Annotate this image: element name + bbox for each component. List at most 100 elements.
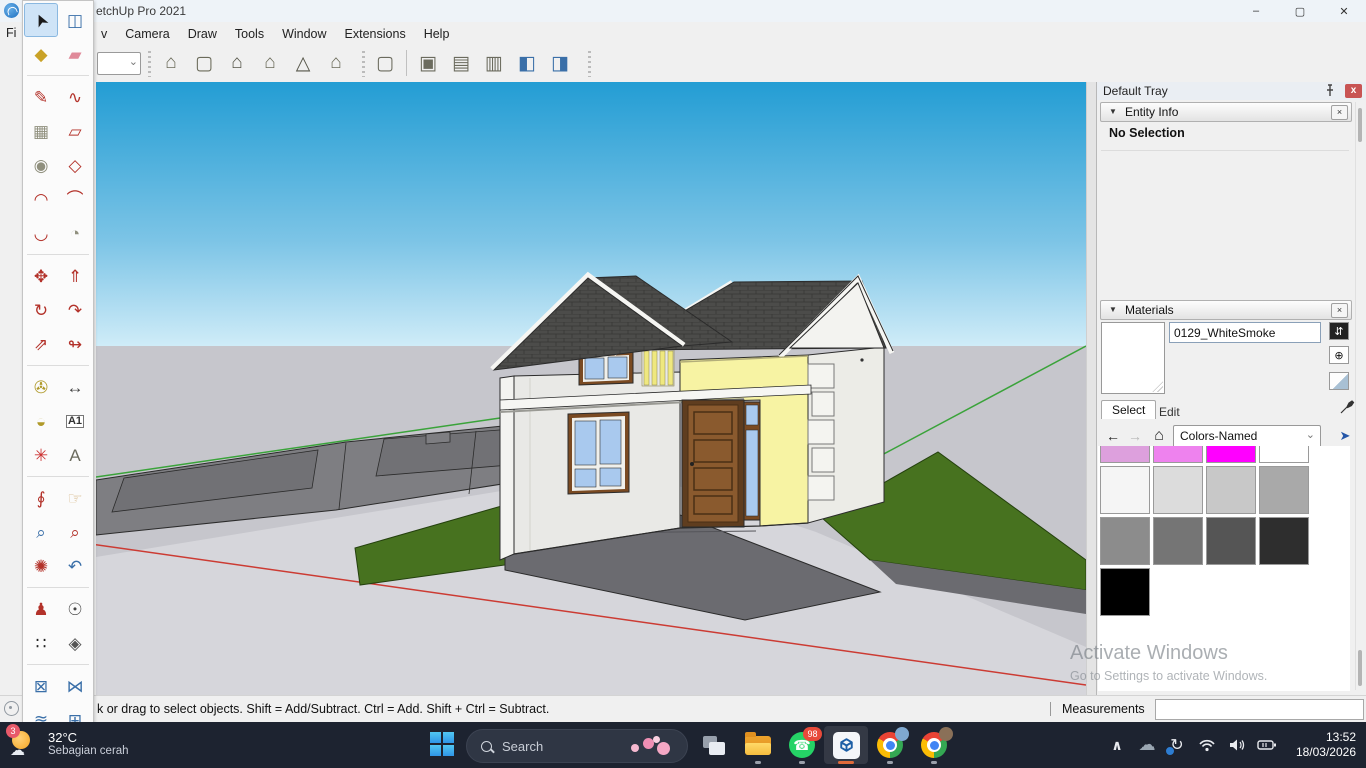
tool-section-plane[interactable]: ◈	[58, 626, 92, 660]
tray-expand-icon[interactable]: ∧	[1102, 730, 1132, 760]
tool-walk[interactable]: ∷	[24, 626, 58, 660]
outer-shell-button[interactable]: ▢	[370, 49, 400, 77]
swatch-dcdcdc[interactable]	[1153, 466, 1203, 514]
tool-arc[interactable]: ◠	[24, 182, 58, 216]
tool-look-around[interactable]: ☉	[58, 592, 92, 626]
swatch-ffffff[interactable]	[1259, 446, 1309, 463]
menu-tools[interactable]: Tools	[226, 27, 273, 41]
intersect-button[interactable]: ▣	[413, 49, 443, 77]
materials-close-button[interactable]: ×	[1331, 303, 1348, 318]
toolbar-combobox[interactable]: ⌄	[97, 52, 141, 75]
menu-extensions[interactable]: Extensions	[336, 27, 415, 41]
swatch-ff00ff[interactable]	[1206, 446, 1256, 463]
tool-polygon[interactable]: ◇	[58, 148, 92, 182]
swatch-757575[interactable]	[1153, 517, 1203, 565]
subtract-button[interactable]: ▥	[479, 49, 509, 77]
taskbar-app-task-view[interactable]	[692, 726, 736, 764]
geolocation-icon[interactable]	[4, 701, 19, 716]
tool-zoom-extents[interactable]: ✺	[24, 549, 58, 583]
tool-section-plane-tool[interactable]: ⊠	[24, 669, 58, 703]
tool-display-section-planes[interactable]: ⋈	[58, 669, 92, 703]
swatch-8c8c8c[interactable]	[1100, 517, 1150, 565]
trim-button[interactable]: ◧	[512, 49, 542, 77]
tool-dimension[interactable]: ↔	[58, 370, 92, 404]
volume-icon[interactable]	[1222, 730, 1252, 760]
materials-header[interactable]: ▼ Materials ×	[1100, 300, 1352, 320]
restore-button[interactable]: ▢	[1278, 0, 1322, 22]
tool-offset[interactable]: ↬	[58, 327, 92, 361]
tool-orbit[interactable]: ∮	[24, 481, 58, 515]
tool-circle[interactable]: ◉	[24, 148, 58, 182]
tool-pie[interactable]: ◔	[58, 216, 92, 250]
start-button[interactable]	[430, 732, 454, 756]
search-box[interactable]: Search	[466, 729, 688, 763]
right-view-button[interactable]: ⌂	[255, 49, 285, 77]
scrollbar-thumb[interactable]	[1358, 650, 1362, 686]
tool-move[interactable]: ✥	[24, 259, 58, 293]
swatch-a9a9a9[interactable]	[1259, 466, 1309, 514]
battery-icon[interactable]	[1252, 730, 1282, 760]
menu-camera[interactable]: Camera	[116, 27, 178, 41]
menu-draw[interactable]: Draw	[179, 27, 226, 41]
tool-previous-view[interactable]: ↶	[58, 549, 92, 583]
front-view-button[interactable]: ⌂	[222, 49, 252, 77]
tool-text[interactable]: A1	[58, 404, 92, 438]
tool-protractor[interactable]: ◒	[24, 404, 58, 438]
default-paint-swatch[interactable]	[1329, 372, 1349, 390]
menu-file-truncated[interactable]: Fi	[6, 26, 16, 40]
viewport-canvas[interactable]	[96, 82, 1086, 695]
collection-dropdown[interactable]: Colors-Named ⌄	[1173, 425, 1321, 448]
tray-scrollbar[interactable]	[1355, 102, 1364, 690]
taskbar-app-whatsapp[interactable]: ☎98	[780, 726, 824, 764]
secondary-pane-button[interactable]: ⇵	[1329, 322, 1349, 340]
tool-push-pull[interactable]: ⇑	[58, 259, 92, 293]
minimize-button[interactable]: –	[1234, 0, 1278, 22]
split-button[interactable]: ◨	[545, 49, 575, 77]
swatch-c8c8c8[interactable]	[1206, 466, 1256, 514]
close-button[interactable]: ✕	[1322, 0, 1366, 22]
forward-arrow-icon[interactable]: →	[1125, 425, 1145, 447]
tool-tape-measure[interactable]: ✇	[24, 370, 58, 404]
measurements-input[interactable]	[1155, 699, 1364, 720]
tool-scale[interactable]: ⇗	[24, 327, 58, 361]
swatch-2e2e2e[interactable]	[1259, 517, 1309, 565]
tab-edit[interactable]: Edit	[1149, 403, 1190, 421]
tool-zoom[interactable]: ⌕	[24, 515, 58, 549]
taskbar-app-chrome-profile-2[interactable]	[912, 726, 956, 764]
weather-widget[interactable]: ☁ 3 32°C Sebagian cerah	[8, 727, 129, 759]
swatch-ee82ee[interactable]	[1153, 446, 1203, 463]
tool-rectangle[interactable]: ▦	[24, 114, 58, 148]
tool-line[interactable]: ✎	[24, 80, 58, 114]
tool-rotated-rectangle[interactable]: ▱	[58, 114, 92, 148]
material-name-field[interactable]	[1169, 322, 1321, 343]
tool-zoom-window[interactable]: ⌕	[58, 515, 92, 549]
iso-view-button[interactable]: ⌂	[156, 49, 186, 77]
tool-three-point-arc[interactable]: ◡	[24, 216, 58, 250]
tool-make-component[interactable]: ◫	[58, 3, 92, 37]
tool-follow-me[interactable]: ↷	[58, 293, 92, 327]
tool-axes[interactable]: ✳	[24, 438, 58, 472]
swatch-f5f5f5[interactable]	[1100, 466, 1150, 514]
sync-icon[interactable]: ↻	[1162, 730, 1192, 760]
tool-3d-text[interactable]: A	[58, 438, 92, 472]
menu-view[interactable]: v	[92, 27, 116, 41]
onedrive-icon[interactable]: ☁	[1132, 730, 1162, 760]
scrollbar-thumb[interactable]	[1358, 108, 1362, 142]
left-view-button[interactable]: ⌂	[321, 49, 351, 77]
tool-pan[interactable]: ☞	[58, 481, 92, 515]
entity-info-header[interactable]: ▼ Entity Info ×	[1100, 102, 1352, 122]
back-view-button[interactable]: △	[288, 49, 318, 77]
taskbar-clock[interactable]: 13:52 18/03/2026	[1282, 730, 1356, 760]
tool-eraser[interactable]: ▰	[58, 37, 92, 71]
back-arrow-icon[interactable]: ←	[1103, 425, 1123, 447]
sample-paint-eyedropper-icon[interactable]	[1338, 398, 1356, 416]
menu-help[interactable]: Help	[415, 27, 459, 41]
swatch-555555[interactable]	[1206, 517, 1256, 565]
tool-select[interactable]: ➤	[24, 3, 58, 37]
taskbar-app-chrome-profile-1[interactable]	[868, 726, 912, 764]
top-view-button[interactable]: ▢	[189, 49, 219, 77]
tool-paint-bucket[interactable]: ◆	[24, 37, 58, 71]
create-material-button[interactable]: ⊕	[1329, 346, 1349, 364]
union-button[interactable]: ▤	[446, 49, 476, 77]
home-icon[interactable]: ⌂	[1149, 425, 1169, 447]
